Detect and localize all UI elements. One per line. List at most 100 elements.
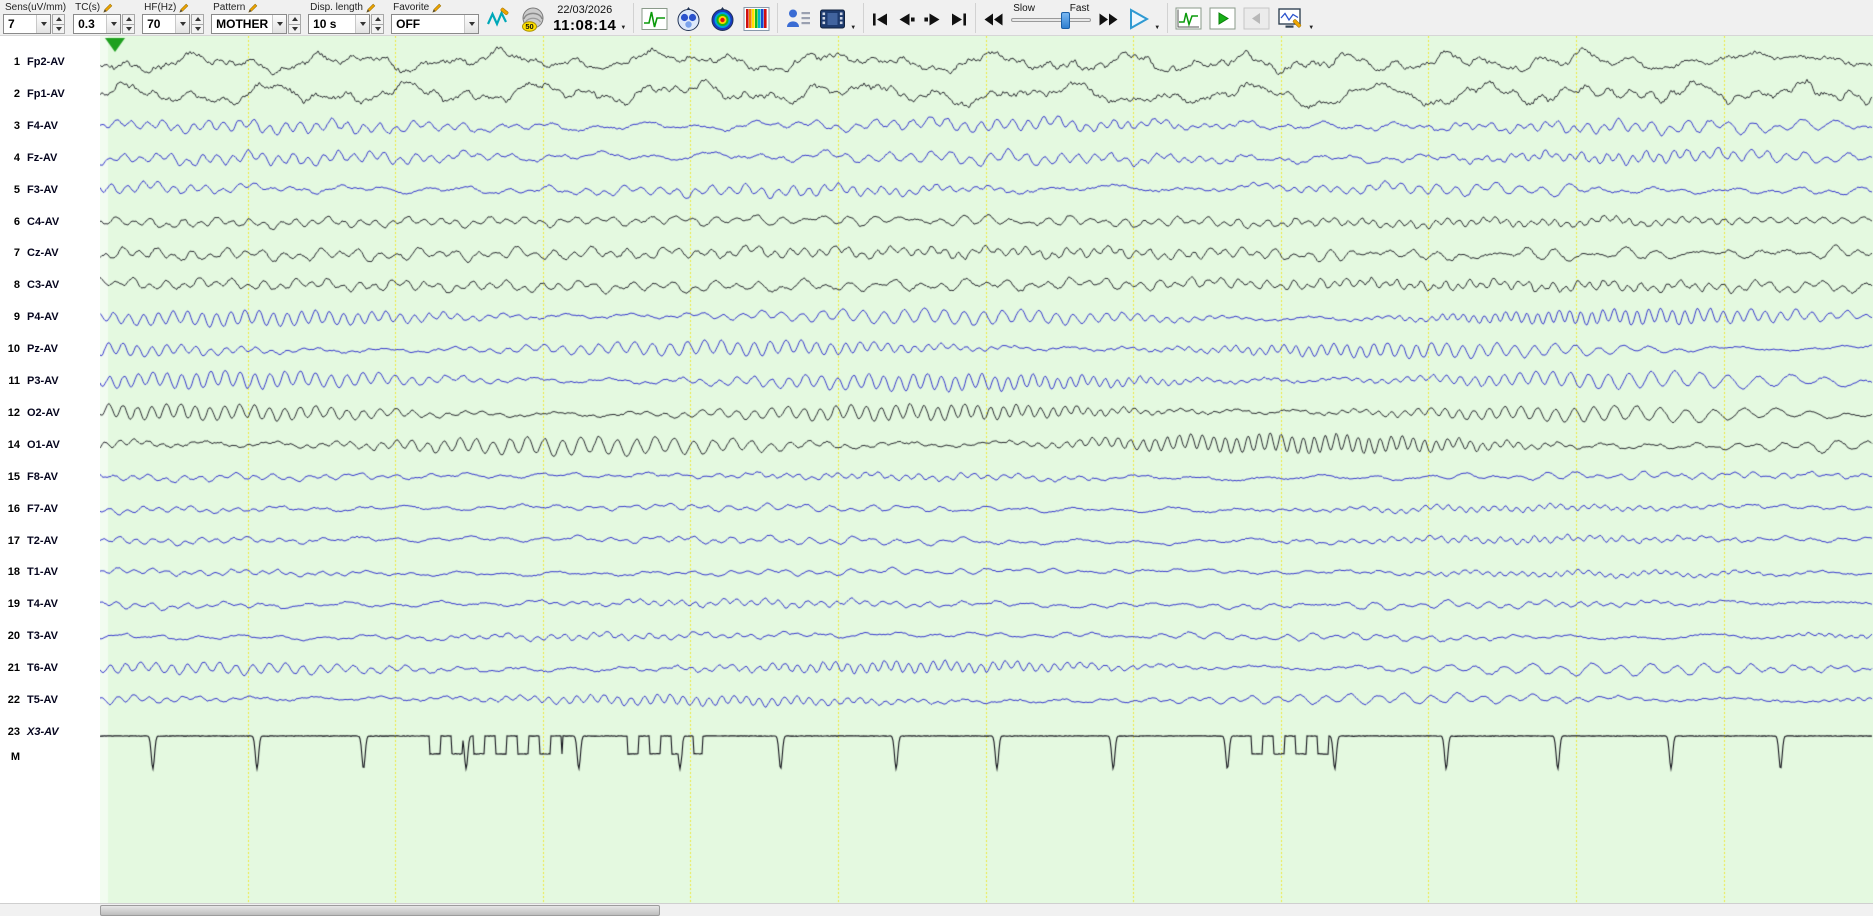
back-arrow-disabled-icon [1243, 7, 1270, 30]
channel-label-row[interactable]: 18 T1-AV [0, 564, 100, 580]
montage-editor-icon [1278, 8, 1302, 28]
pattern-dropdown-arrow[interactable] [272, 15, 287, 33]
channel-label-row[interactable]: 15 F8-AV [0, 469, 100, 485]
time-constant-label: TC(s) [75, 2, 101, 13]
channel-label-row[interactable]: 6 C4-AV [0, 214, 100, 230]
sensitivity-combobox[interactable]: 7 [3, 14, 51, 34]
datetime-display: 22/03/2026 11:08:14 [553, 4, 616, 34]
toolbar-separator [1167, 3, 1169, 33]
channel-number: 16 [7, 502, 20, 515]
eeg-viewer-window: Sens(uV/mm) 7 TC(s) 0.3 HF(Hz) 70 Patter… [0, 0, 1873, 916]
edit-pencil-icon[interactable] [179, 3, 189, 13]
channel-label-row[interactable]: 20 T3-AV [0, 628, 100, 644]
channel-label-row[interactable]: 2 Fp1-AV [0, 86, 100, 102]
replay-button[interactable] [1209, 5, 1236, 33]
channel-name: F8-AV [27, 470, 58, 483]
horizontal-scrollbar[interactable] [0, 903, 1873, 916]
scrollbar-thumb[interactable] [100, 905, 660, 916]
high-frequency-combobox[interactable]: 70 [142, 14, 191, 34]
channel-label-row[interactable]: 14 O1-AV [0, 437, 100, 453]
patient-info-button[interactable] [785, 5, 812, 33]
amplitude-map-button[interactable] [709, 5, 736, 33]
play-button[interactable] [1126, 5, 1150, 33]
rewind-button[interactable] [983, 5, 1004, 33]
edit-pencil-icon[interactable] [103, 3, 113, 13]
previous-screen-button-disabled [1243, 5, 1270, 33]
channel-label-row[interactable]: 3 F4-AV [0, 118, 100, 134]
channel-number: 6 [13, 215, 20, 228]
display-length-combobox[interactable]: 10 s [308, 14, 371, 34]
channel-label-row[interactable]: 7 Cz-AV [0, 245, 100, 261]
video-dropdown-arrow[interactable]: ▼ [850, 25, 856, 31]
channel-name: Fz-AV [27, 151, 58, 164]
dsa-spectrogram-button[interactable] [743, 5, 770, 33]
high-frequency-spinner[interactable] [191, 14, 205, 34]
channel-label-row[interactable]: 1 Fp2-AV [0, 54, 100, 70]
channel-name: T5-AV [27, 694, 58, 706]
display-length-label: Disp. length [310, 2, 363, 13]
channel-label-row[interactable]: 10 Pz-AV [0, 341, 100, 357]
channel-label-row[interactable]: 19 T4-AV [0, 596, 100, 612]
display-length-dropdown-arrow[interactable] [355, 15, 370, 33]
favorite-combobox[interactable]: OFF [391, 14, 480, 34]
go-first-button[interactable] [871, 5, 890, 33]
time-constant-spinner[interactable] [122, 14, 136, 34]
channel-label-row[interactable]: 23 X3-AV [0, 724, 100, 740]
channel-labels: M 1 Fp2-AV 2 Fp1-AV 3 F4-AV 4 Fz-AV 5 F3-AV 6 C4-AV… [0, 36, 100, 903]
video-button[interactable] [819, 5, 846, 33]
sensitivity-spinner[interactable] [52, 14, 65, 34]
channel-label-row[interactable]: 16 F7-AV [0, 501, 100, 517]
notch-filter-icon: 50 [522, 7, 544, 32]
display-length-value: 10 s [313, 17, 337, 31]
channel-label-row[interactable]: 9 P4-AV [0, 309, 100, 325]
edit-pencil-icon[interactable] [248, 3, 258, 13]
play-dropdown-arrow[interactable]: ▼ [1154, 25, 1160, 31]
high-frequency-dropdown-arrow[interactable] [175, 15, 190, 33]
topography-map-button[interactable] [675, 5, 702, 33]
step-forward-button[interactable] [923, 5, 942, 33]
step-back-button[interactable] [897, 5, 916, 33]
time-constant-dropdown-arrow[interactable] [106, 15, 121, 33]
speed-slider[interactable]: Slow Fast [1011, 3, 1092, 31]
favorite-dropdown-arrow[interactable] [464, 15, 479, 33]
pattern-spinner[interactable] [288, 14, 302, 34]
channel-number: 17 [7, 534, 20, 547]
trend-view-button[interactable] [1175, 5, 1202, 33]
pattern-edit-button[interactable] [486, 5, 512, 33]
channel-label-row[interactable]: 4 Fz-AV [0, 150, 100, 166]
slow-label: Slow [1013, 3, 1035, 14]
notch-filter-button[interactable]: 50 [519, 5, 546, 33]
head-map-rainbow-icon [711, 7, 734, 31]
channel-name: Fp2-AV [27, 56, 65, 68]
channel-label-row[interactable]: 11 P3-AV [0, 373, 100, 389]
pattern-combobox[interactable]: MOTHER [211, 14, 288, 34]
time-constant-combobox[interactable]: 0.3 [73, 14, 122, 34]
display-length-spinner[interactable] [371, 14, 385, 34]
edit-pencil-icon[interactable] [366, 3, 376, 13]
speed-slider-thumb[interactable] [1060, 12, 1070, 29]
channel-label-row[interactable]: 22 T5-AV [0, 692, 100, 708]
channel-label-row[interactable]: 12 O2-AV [0, 405, 100, 421]
channel-label-row[interactable]: 21 T6-AV [0, 660, 100, 676]
channel-number: 18 [7, 566, 20, 579]
channel-label-row[interactable]: 5 F3-AV [0, 182, 100, 198]
fast-forward-button[interactable] [1098, 5, 1119, 33]
sensitivity-dropdown-arrow[interactable] [36, 15, 50, 33]
channel-number: 3 [13, 119, 20, 132]
time-constant-control: TC(s) 0.3 [73, 1, 136, 34]
channel-name: Fp1-AV [27, 87, 65, 100]
settings-dropdown-arrow[interactable]: ▼ [1308, 25, 1314, 31]
channel-label-row[interactable]: 17 T2-AV [0, 533, 100, 549]
channel-number: 19 [7, 598, 20, 611]
channel-number: 10 [7, 343, 20, 356]
favorite-control: Favorite OFF [391, 1, 480, 34]
montage-settings-button[interactable] [1277, 5, 1304, 33]
go-last-button[interactable] [949, 5, 968, 33]
channel-name: F7-AV [27, 502, 58, 515]
ekg-trace-button[interactable] [641, 5, 668, 33]
channel-label-row[interactable]: 8 C3-AV [0, 277, 100, 293]
datetime-dropdown-arrow[interactable]: ▼ [620, 25, 626, 31]
eeg-trace-display[interactable] [100, 36, 1873, 903]
speed-slider-track[interactable] [1011, 12, 1092, 29]
edit-pencil-icon[interactable] [432, 3, 442, 13]
